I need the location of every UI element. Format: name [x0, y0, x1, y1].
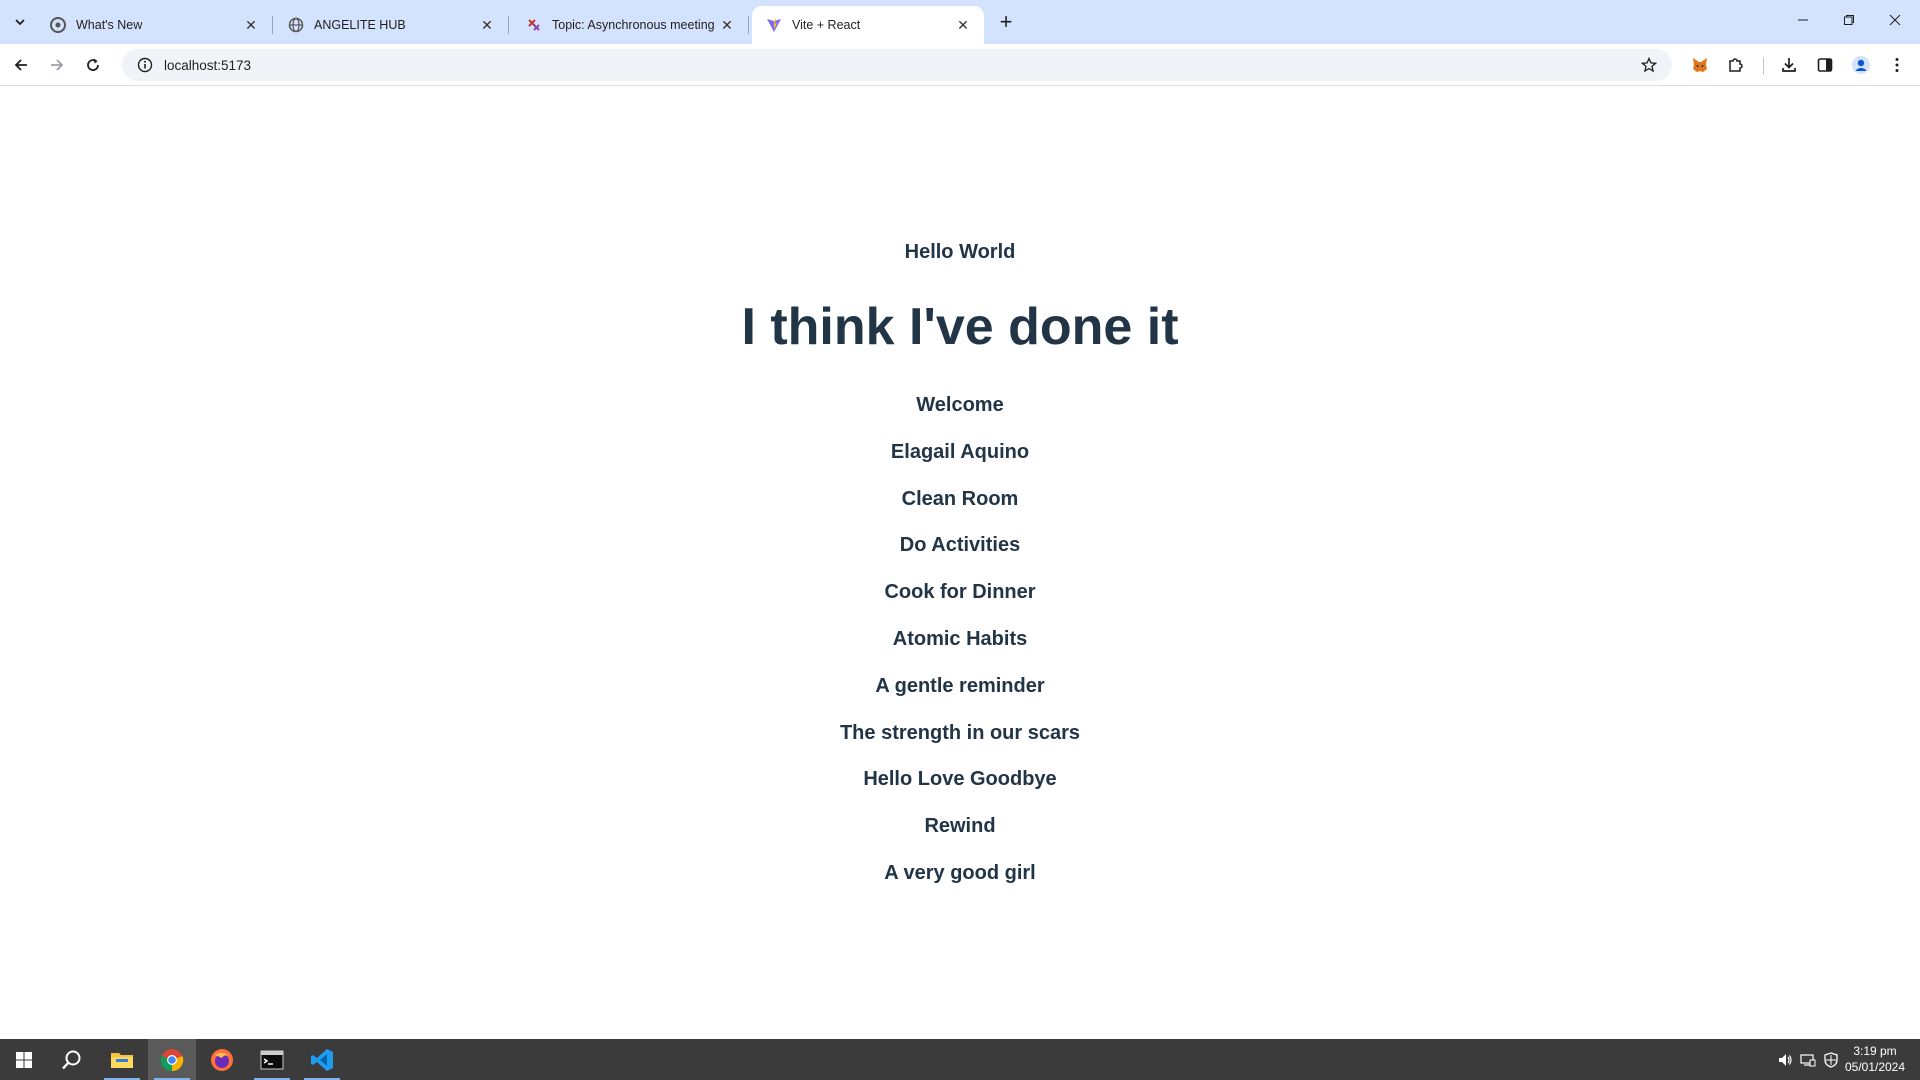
profile-avatar-icon[interactable]: [1846, 50, 1876, 80]
taskbar-vscode[interactable]: [298, 1039, 346, 1080]
reload-button[interactable]: [78, 50, 108, 80]
clock-date: 05/01/2024: [1844, 1060, 1906, 1074]
chrome-icon: [160, 1048, 184, 1071]
list-item: A gentle reminder: [875, 675, 1045, 697]
restore-button[interactable]: [1826, 0, 1872, 40]
site-info-icon[interactable]: [130, 57, 160, 73]
chrome-icon: [50, 17, 66, 33]
system-tray: [1774, 1039, 1842, 1080]
download-icon[interactable]: [1774, 50, 1804, 80]
taskbar-chrome[interactable]: [148, 1039, 196, 1080]
list-item: Hello Love Goodbye: [863, 768, 1057, 790]
close-icon[interactable]: ✕: [478, 16, 496, 34]
taskbar-search-button[interactable]: [48, 1039, 96, 1080]
vscode-icon: [311, 1048, 333, 1071]
taskbar-file-explorer[interactable]: [98, 1039, 146, 1080]
list-item: Do Activities: [899, 534, 1021, 556]
taskbar-firefox[interactable]: [198, 1039, 246, 1080]
restore-icon: [1844, 15, 1854, 25]
taskbar: 3:19 pm 05/01/2024: [0, 1039, 1920, 1080]
metamask-extension-icon[interactable]: [1685, 50, 1715, 80]
globe-icon: [288, 17, 304, 33]
taskbar-terminal[interactable]: [248, 1039, 296, 1080]
list-item: Atomic Habits: [892, 628, 1028, 650]
chevron-down-icon: [15, 19, 25, 26]
clock-time: 3:19 pm: [1853, 1044, 1897, 1058]
list-item: A very good girl: [884, 862, 1036, 884]
tab-strip: What's New ✕ ANGELITE HUB ✕ Topic: Async…: [0, 0, 1920, 44]
minimize-icon: [1798, 19, 1808, 21]
menu-dots-icon[interactable]: [1882, 50, 1912, 80]
extensions-puzzle-icon[interactable]: [1721, 50, 1751, 80]
address-bar[interactable]: localhost:5173: [122, 49, 1672, 81]
url-text[interactable]: localhost:5173: [164, 58, 1634, 73]
list-item: Cook for Dinner: [884, 581, 1036, 603]
tab-title: Vite + React: [792, 18, 861, 32]
tab-title: What's New: [76, 18, 143, 32]
page-viewport: Hello World I think I've done it Welcome…: [0, 87, 1920, 1039]
close-icon: [1889, 14, 1901, 26]
start-icon: [16, 1051, 32, 1068]
search-icon: [62, 1050, 81, 1069]
list-item: Rewind: [924, 815, 996, 837]
toolbar-divider: [1763, 57, 1764, 75]
page-title: I think I've done it: [741, 298, 1179, 356]
system-clock[interactable]: 3:19 pm 05/01/2024: [1840, 1043, 1910, 1075]
minimize-button[interactable]: [1780, 0, 1826, 40]
list-item: Elagail Aquino: [890, 441, 1030, 463]
network-icon[interactable]: [1796, 1052, 1820, 1068]
file-explorer-icon: [111, 1052, 133, 1068]
bookmark-star-icon[interactable]: [1634, 57, 1664, 73]
forward-arrow-icon: [51, 59, 64, 71]
close-icon[interactable]: ✕: [242, 16, 260, 34]
tab-title: Topic: Asynchronous meeting: [552, 18, 715, 32]
close-icon[interactable]: ✕: [718, 16, 736, 34]
tab-search-button[interactable]: [6, 8, 34, 36]
forward-button[interactable]: [42, 50, 72, 80]
side-panel-icon[interactable]: [1810, 50, 1840, 80]
reload-icon: [87, 58, 99, 71]
tab-topic-async-meeting[interactable]: Topic: Asynchronous meeting ✕: [512, 6, 749, 44]
close-window-button[interactable]: [1872, 0, 1918, 40]
tab-whats-new[interactable]: What's New ✕: [36, 6, 273, 44]
vite-icon: [766, 17, 782, 33]
firefox-icon: [211, 1048, 233, 1071]
list-item: Clean Room: [901, 488, 1019, 510]
browser-toolbar: localhost:5173: [0, 44, 1920, 86]
tab-title: ANGELITE HUB: [314, 18, 406, 32]
volume-icon[interactable]: [1774, 1052, 1796, 1068]
list-item: Welcome: [916, 394, 1004, 416]
tab-vite-react[interactable]: Vite + React ✕: [752, 6, 984, 44]
start-button[interactable]: [0, 1039, 48, 1080]
hello-heading: Hello World: [904, 241, 1016, 263]
new-tab-button[interactable]: +: [992, 8, 1020, 36]
back-button[interactable]: [6, 50, 36, 80]
back-arrow-icon: [14, 59, 27, 71]
tab-angelite-hub[interactable]: ANGELITE HUB ✕: [274, 6, 509, 44]
list-item: The strength in our scars: [839, 722, 1081, 744]
forum-icon: [526, 17, 542, 33]
security-icon[interactable]: [1820, 1051, 1842, 1068]
close-icon[interactable]: ✕: [954, 16, 972, 34]
terminal-icon: [260, 1050, 284, 1069]
